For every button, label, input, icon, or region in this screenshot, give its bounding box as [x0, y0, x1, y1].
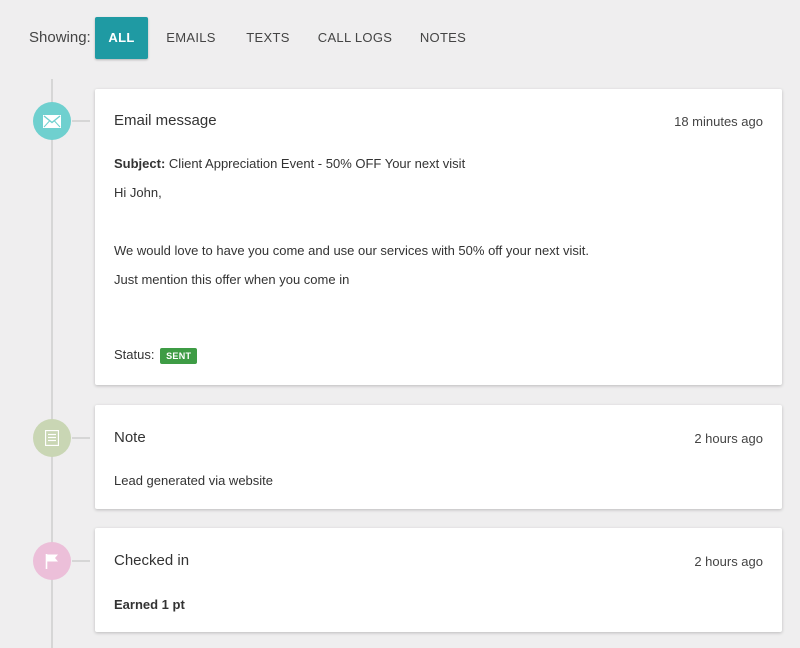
- filter-bar: Showing: ALL EMAILS TEXTS CALL LOGS NOTE…: [0, 17, 800, 59]
- email-subject-line: Subject: Client Appreciation Event - 50%…: [114, 156, 465, 171]
- card-timestamp: 18 minutes ago: [674, 114, 763, 129]
- email-status: Status: SENT: [114, 347, 198, 364]
- timeline-connector: [72, 560, 90, 562]
- timeline-connector: [72, 437, 90, 439]
- checkin-marker: [33, 542, 71, 580]
- card-title: Checked in: [114, 552, 190, 569]
- status-label: Status:: [114, 347, 155, 362]
- note-text: Lead generated via website: [114, 473, 274, 488]
- email-body-line: Just mention this offer when you come in: [114, 272, 350, 287]
- tab-notes[interactable]: NOTES: [413, 17, 473, 59]
- checkin-points: Earned 1 pt: [114, 597, 185, 612]
- card-title: Note: [114, 429, 146, 446]
- note-marker: [33, 419, 71, 457]
- tab-texts[interactable]: TEXTS: [240, 17, 296, 59]
- email-subject: Client Appreciation Event - 50% OFF Your…: [168, 156, 466, 171]
- checkin-card: Checked in 2 hours ago Earned 1 pt: [95, 528, 782, 632]
- tab-call-logs[interactable]: CALL LOGS: [312, 17, 398, 59]
- tab-emails[interactable]: EMAILS: [160, 17, 222, 59]
- status-badge: SENT: [160, 347, 198, 364]
- card-timestamp: 2 hours ago: [694, 431, 763, 446]
- envelope-icon: [43, 114, 61, 128]
- card-timestamp: 2 hours ago: [694, 554, 763, 569]
- subject-label: Subject:: [114, 156, 166, 171]
- card-title: Email message: [114, 112, 217, 129]
- note-icon: [45, 430, 59, 446]
- note-card: Note 2 hours ago Lead generated via webs…: [95, 405, 782, 509]
- email-card: Email message 18 minutes ago Subject: Cl…: [95, 89, 782, 385]
- filter-label: Showing:: [29, 29, 91, 46]
- email-marker: [33, 102, 71, 140]
- timeline-connector: [72, 120, 90, 122]
- email-body-line: We would love to have you come and use o…: [114, 243, 589, 258]
- flag-icon: [45, 553, 59, 569]
- email-greeting: Hi John,: [114, 185, 162, 200]
- tab-all[interactable]: ALL: [95, 17, 148, 59]
